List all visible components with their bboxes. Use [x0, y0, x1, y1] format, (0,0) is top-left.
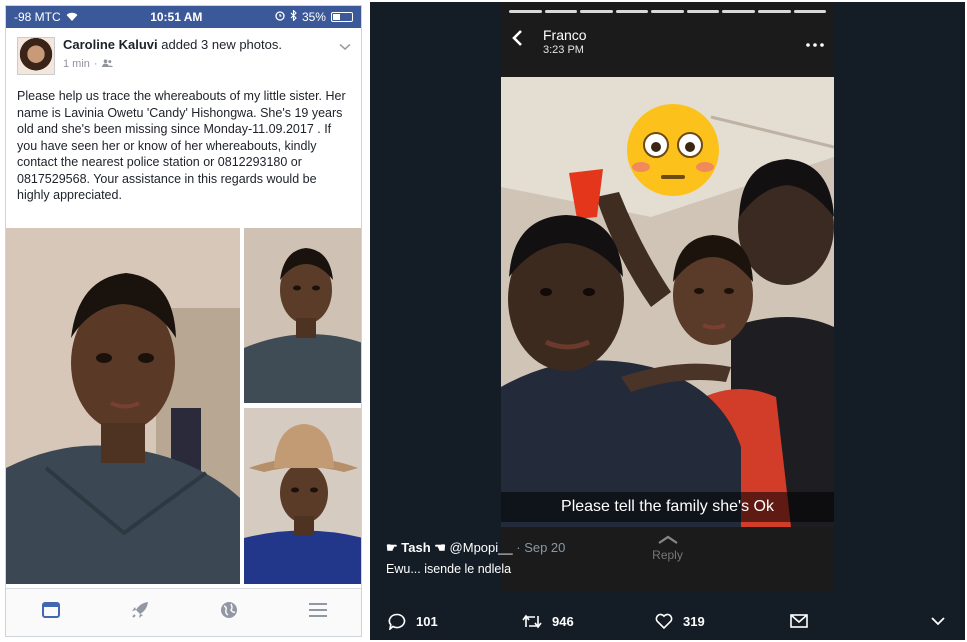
like-count: 319	[683, 613, 705, 629]
notifications-tab[interactable]	[209, 598, 249, 628]
story-header: Franco 3:23 PM	[511, 16, 824, 66]
rocket-icon	[131, 601, 149, 624]
explore-tab[interactable]	[120, 598, 160, 628]
post-header: Caroline Kaluvi added 3 new photos. 1 mi…	[6, 28, 361, 84]
photo-grid	[6, 228, 361, 584]
alarm-icon	[275, 10, 285, 24]
snapchat-story-screenshot[interactable]: Franco 3:23 PM Please tell the family sh…	[501, 2, 834, 592]
avatar[interactable]	[17, 37, 55, 75]
post-timestamp[interactable]: 1 min	[63, 58, 90, 70]
more-tweet-options[interactable]	[930, 616, 946, 626]
chevron-down-icon[interactable]	[339, 39, 351, 54]
battery-percent: 35%	[301, 10, 326, 24]
battery-icon	[330, 12, 353, 22]
story-caption: Please tell the family she's Ok	[501, 492, 834, 522]
story-progress-bars	[509, 10, 827, 13]
tweet-date[interactable]: · Sep 20	[516, 540, 565, 555]
phone-status-bar: -98 MTC 10:51 AM 35%	[6, 6, 361, 28]
globe-icon	[220, 601, 238, 624]
story-time: 3:23 PM	[543, 43, 584, 56]
retweet-button[interactable]: 946	[522, 614, 574, 629]
photo-top-right[interactable]	[244, 228, 361, 403]
chevron-down-icon	[930, 616, 946, 626]
friends-audience-icon	[101, 58, 113, 70]
reply-button[interactable]: 101	[388, 613, 438, 630]
story-username: Franco	[543, 26, 587, 43]
wifi-icon	[66, 10, 78, 24]
author-handle[interactable]: @Mpopi__	[450, 540, 513, 555]
group-selfie-photo	[501, 77, 834, 527]
more-options-icon[interactable]	[806, 31, 824, 52]
story-reply-label: Reply	[652, 548, 683, 562]
reply-icon	[388, 613, 406, 630]
retweet-icon	[522, 614, 542, 629]
photo-main[interactable]	[6, 228, 240, 584]
post-author[interactable]: Caroline Kaluvi	[63, 37, 158, 52]
menu-icon	[309, 603, 328, 622]
reply-count: 101	[416, 613, 438, 629]
back-arrow-icon[interactable]	[511, 29, 531, 53]
post-author-line: Caroline Kaluvi added 3 new photos.	[63, 37, 339, 52]
like-button[interactable]: 319	[655, 613, 705, 629]
news-feed-icon	[41, 602, 60, 623]
direct-message-button[interactable]	[790, 614, 808, 628]
clock: 10:51 AM	[150, 10, 203, 24]
bottom-tab-bar	[6, 588, 361, 636]
menu-tab[interactable]	[298, 598, 338, 628]
heart-icon	[655, 613, 673, 629]
screenshot-collage: -98 MTC 10:51 AM 35% Caroline Kaluvi add…	[0, 0, 967, 642]
retweet-count: 946	[552, 613, 574, 629]
envelope-icon	[790, 614, 808, 628]
news-feed-tab[interactable]	[31, 598, 71, 628]
post-body: Please help us trace the whereabouts of …	[17, 89, 346, 202]
bluetooth-icon	[290, 9, 297, 24]
carrier-label: -98 MTC	[14, 10, 61, 24]
tweet-text: Ewu... isende le ndlela	[386, 562, 512, 576]
facebook-post-screenshot: -98 MTC 10:51 AM 35% Caroline Kaluvi add…	[5, 5, 362, 637]
tweet-action-bar: 101 946 319	[370, 606, 965, 636]
post-meta: 1 min ·	[63, 58, 339, 70]
post-action-text: added 3 new photos.	[157, 37, 282, 52]
photo-bottom-right[interactable]	[244, 408, 361, 584]
tweet-screenshot: Franco 3:23 PM Please tell the family sh…	[370, 2, 965, 640]
quoted-reply-author: ☛ Tash ☚ @Mpopi__ · Sep 20	[386, 540, 565, 556]
author-display-name[interactable]: ☛ Tash ☚	[386, 540, 446, 555]
